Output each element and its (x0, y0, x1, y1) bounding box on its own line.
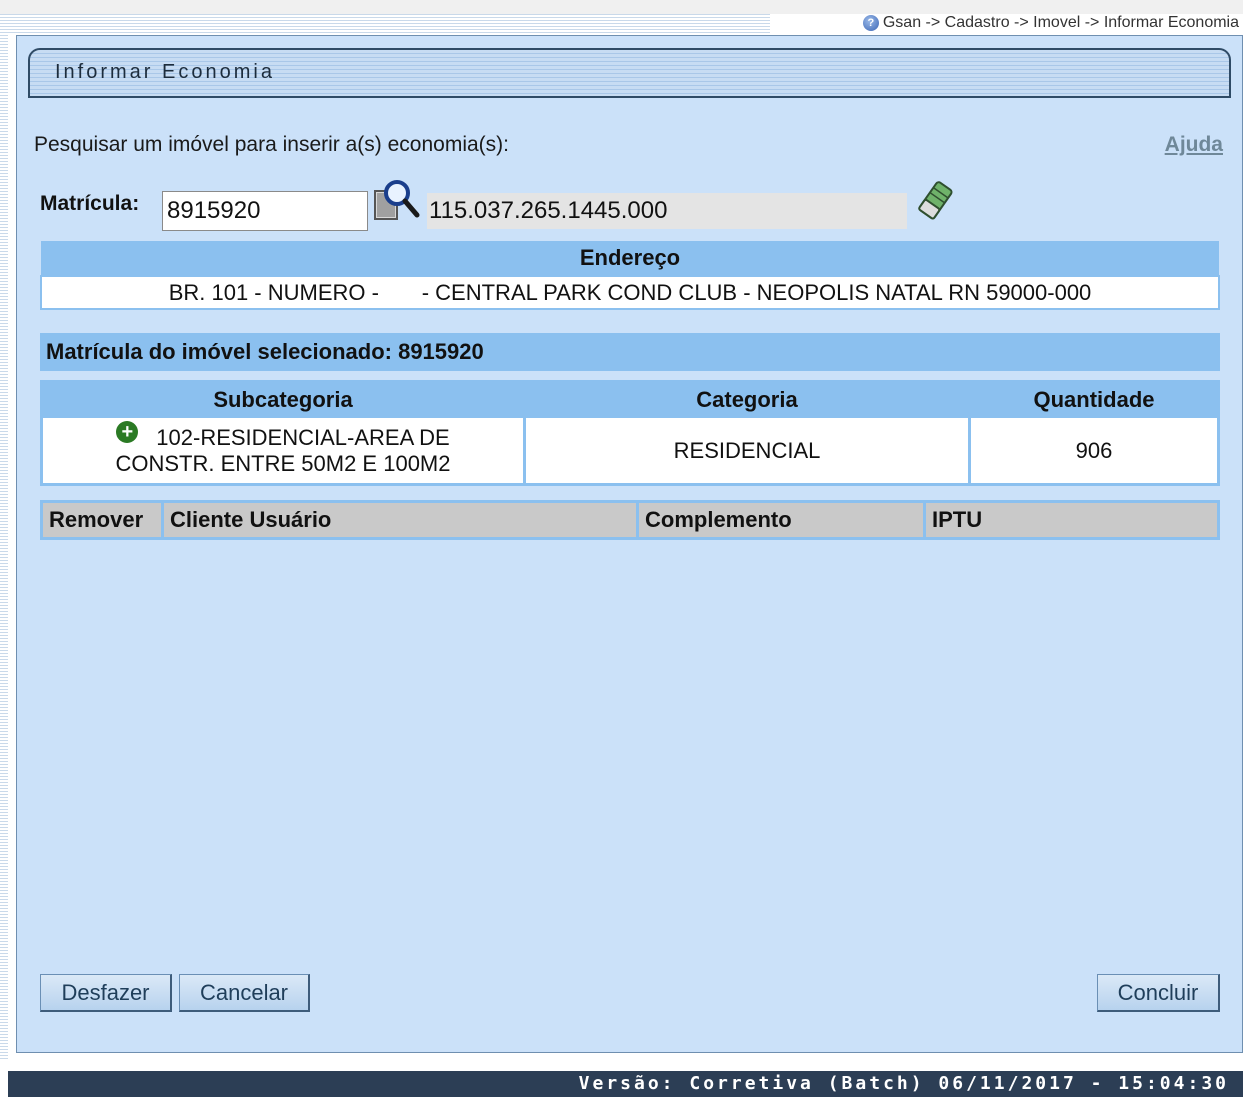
eraser-icon[interactable] (915, 179, 955, 223)
subcategoria-line1: 102-RESIDENCIAL-AREA DE (156, 424, 450, 450)
subcategoria-cell: +102-RESIDENCIAL-AREA DE CONSTR. ENTRE 5… (43, 418, 523, 483)
economias-table: Remover Cliente Usuário Complemento IPTU (40, 500, 1220, 540)
subcategoria-line2: CONSTR. ENTRE 50M2 E 100M2 (115, 450, 451, 476)
matricula-input[interactable] (162, 191, 368, 231)
version-text: Versão: Corretiva (Batch) 06/11/2017 - 1… (578, 1073, 1229, 1094)
plus-circle-icon[interactable]: + (116, 420, 139, 443)
endereco-table: Endereço BR. 101 - NUMERO - - CENTRAL PA… (40, 241, 1220, 310)
column-header-categoria: Categoria (526, 382, 968, 418)
table-row: +102-RESIDENCIAL-AREA DE CONSTR. ENTRE 5… (43, 418, 1217, 483)
table-header-row: Subcategoria Categoria Quantidade (43, 382, 1217, 418)
page-title: Informar Economia (55, 61, 275, 83)
breadcrumb: ? Gsan -> Cadastro -> Imovel -> Informar… (862, 13, 1239, 33)
column-header-cliente-usuario: Cliente Usuário (164, 503, 636, 537)
search-instruction: Pesquisar um imóvel para inserir a(s) ec… (34, 133, 509, 156)
magnifier-icon[interactable] (373, 179, 421, 225)
matricula-label: Matrícula: (40, 192, 140, 215)
inscricao-display: 115.037.265.1445.000 (427, 193, 907, 229)
main-panel: Informar Economia Pesquisar um imóvel pa… (16, 35, 1243, 1053)
endereco-value: BR. 101 - NUMERO - - CENTRAL PARK COND C… (40, 275, 1220, 310)
cancelar-button[interactable]: Cancelar (179, 974, 310, 1012)
top-strip (0, 0, 1243, 14)
left-decoration (0, 14, 8, 1059)
breadcrumb-text[interactable]: Gsan -> Cadastro -> Imovel -> Informar E… (883, 14, 1239, 32)
help-link[interactable]: Ajuda (1165, 133, 1223, 157)
column-header-complemento: Complemento (639, 503, 923, 537)
column-header-subcategoria: Subcategoria (43, 382, 523, 418)
help-icon[interactable]: ? (862, 15, 879, 31)
desfazer-button[interactable]: Desfazer (40, 974, 172, 1012)
title-tab: Informar Economia (28, 48, 1231, 98)
table-header-row: Remover Cliente Usuário Complemento IPTU (43, 503, 1217, 537)
concluir-button[interactable]: Concluir (1097, 974, 1220, 1012)
breadcrumb-decoration (8, 14, 770, 34)
footer-bar: Versão: Corretiva (Batch) 06/11/2017 - 1… (8, 1071, 1243, 1097)
column-header-iptu: IPTU (926, 503, 1217, 537)
column-header-remover: Remover (43, 503, 161, 537)
quantidade-cell: 906 (971, 418, 1217, 483)
categoria-cell: RESIDENCIAL (526, 418, 968, 483)
column-header-quantidade: Quantidade (971, 382, 1217, 418)
categories-table: Subcategoria Categoria Quantidade +102-R… (40, 380, 1220, 486)
selected-matricula-bar: Matrícula do imóvel selecionado: 8915920 (40, 333, 1220, 371)
endereco-header: Endereço (41, 241, 1219, 276)
